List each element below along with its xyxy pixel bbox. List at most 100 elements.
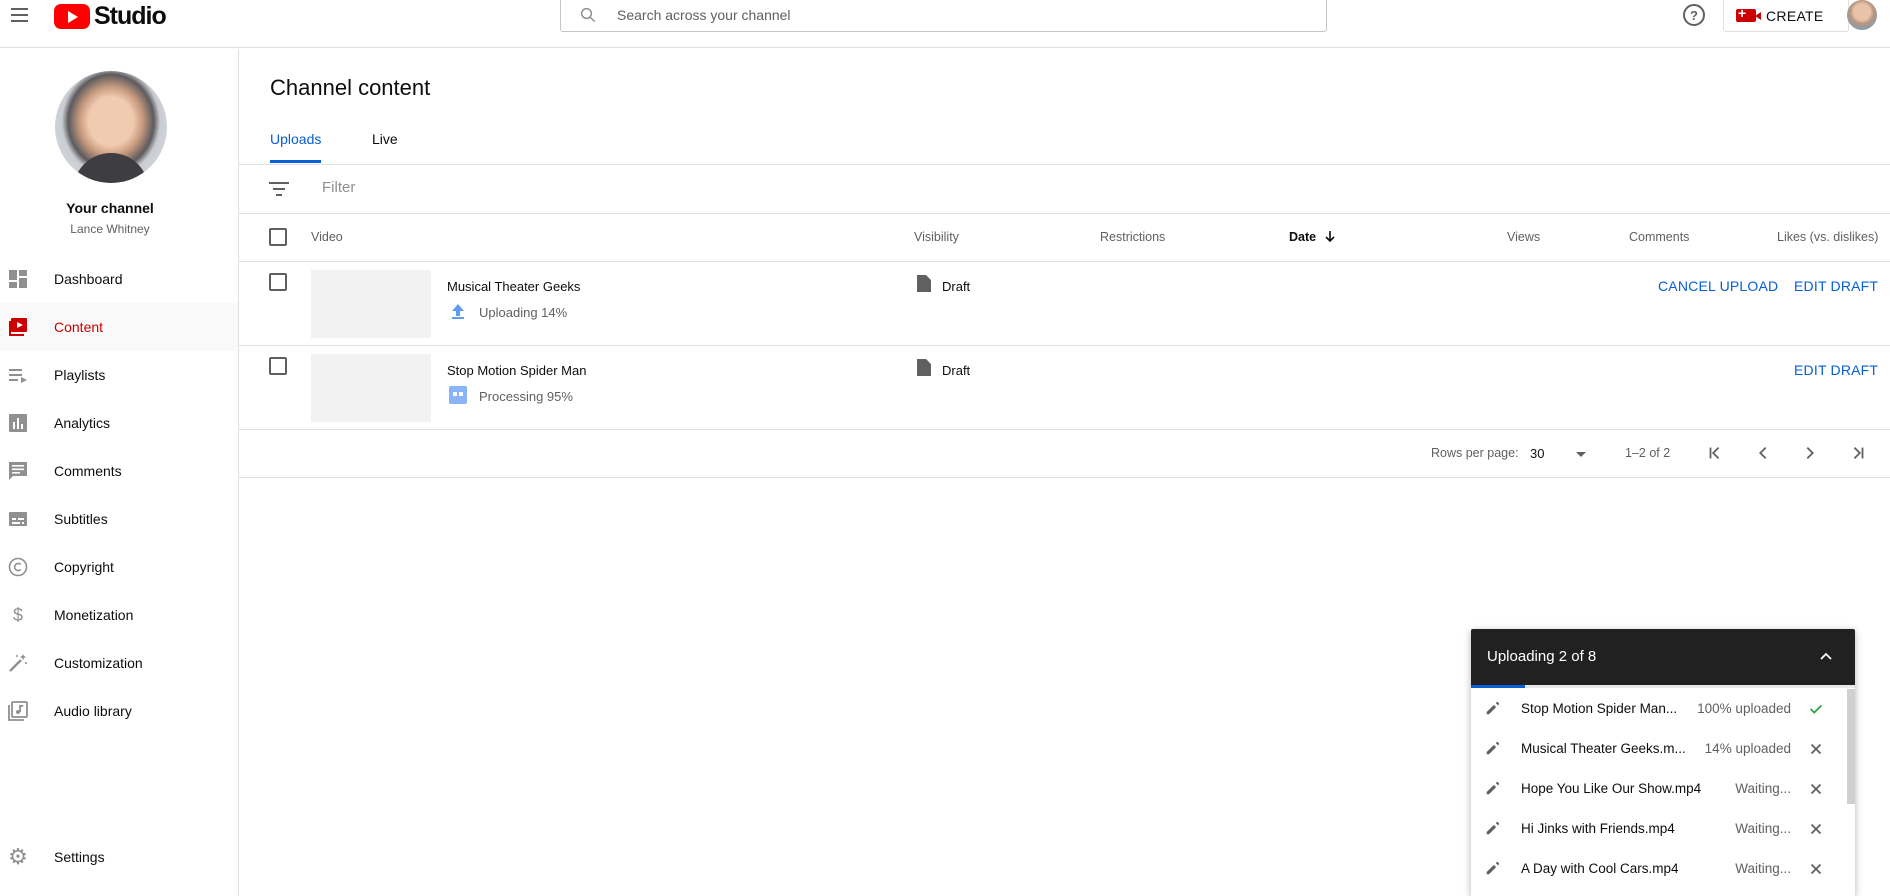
active-tab-indicator: [270, 160, 321, 163]
upload-list-item: Hope You Like Our Show.mp4 Waiting...: [1471, 769, 1847, 809]
close-icon[interactable]: [1806, 779, 1826, 799]
sidebar-item-playlists[interactable]: Playlists: [0, 351, 238, 399]
row-checkbox[interactable]: [269, 357, 287, 375]
visibility-value[interactable]: Draft: [942, 279, 970, 294]
youtube-play-icon: [54, 3, 90, 29]
column-header-video: Video: [311, 230, 343, 244]
sidebar-item-customization[interactable]: Customization: [0, 639, 238, 687]
video-thumbnail[interactable]: [311, 354, 431, 422]
edit-draft-button[interactable]: EDIT DRAFT: [1794, 278, 1878, 294]
first-page-button[interactable]: [1702, 440, 1728, 466]
column-header-date-label: Date: [1289, 230, 1317, 244]
close-icon[interactable]: [1806, 739, 1826, 759]
sidebar-item-analytics[interactable]: Analytics: [0, 399, 238, 447]
next-page-button[interactable]: [1797, 440, 1823, 466]
upload-status: Waiting...: [1735, 821, 1791, 836]
pencil-icon[interactable]: [1484, 819, 1504, 839]
search-input[interactable]: [617, 0, 1307, 30]
sidebar-item-subtitles[interactable]: Subtitles: [0, 495, 238, 543]
tab-uploads[interactable]: Uploads: [270, 131, 321, 147]
content-icon: [9, 318, 27, 336]
rows-per-page-label: Rows per page:: [1431, 446, 1519, 460]
subtitles-icon: [9, 512, 27, 526]
sidebar-item-comments[interactable]: Comments: [0, 447, 238, 495]
tab-live[interactable]: Live: [372, 131, 398, 147]
upload-list-item: Hi Jinks with Friends.mp4 Waiting...: [1471, 809, 1847, 849]
last-page-button[interactable]: [1845, 440, 1871, 466]
upload-panel-header[interactable]: Uploading 2 of 8: [1471, 629, 1855, 685]
column-header-restrictions[interactable]: Restrictions: [1100, 230, 1165, 244]
video-camera-icon: [1736, 5, 1761, 22]
create-button[interactable]: CREATE: [1723, 0, 1849, 32]
sidebar-item-content[interactable]: Content: [0, 303, 238, 351]
sidebar-item-label: Audio library: [54, 703, 132, 719]
pencil-icon[interactable]: [1484, 779, 1504, 799]
help-icon[interactable]: ?: [1683, 4, 1705, 26]
draft-document-icon: [917, 359, 931, 376]
chevron-right-icon: [1806, 446, 1814, 460]
previous-page-button[interactable]: [1750, 440, 1776, 466]
rows-per-page-select[interactable]: 30: [1530, 444, 1590, 466]
video-title[interactable]: Stop Motion Spider Man: [447, 363, 586, 378]
upload-file-name: A Day with Cool Cars.mp4: [1521, 861, 1679, 876]
upload-status: 14% uploaded: [1704, 741, 1791, 756]
search-icon: [580, 7, 596, 23]
account-avatar[interactable]: [1847, 0, 1877, 30]
sidebar-item-settings[interactable]: ⚙ Settings: [0, 833, 238, 881]
upload-file-name: Stop Motion Spider Man...: [1521, 701, 1678, 716]
logo-text: Studio: [94, 1, 167, 30]
column-header-visibility[interactable]: Visibility: [914, 230, 959, 244]
divider: [239, 261, 1890, 262]
gear-icon: ⚙: [8, 844, 28, 869]
video-title[interactable]: Musical Theater Geeks: [447, 279, 580, 294]
sidebar-item-dashboard[interactable]: Dashboard: [0, 255, 238, 303]
dollar-icon: $: [12, 604, 23, 625]
arrow-down-icon: [1325, 231, 1335, 243]
search-box[interactable]: [560, 0, 1327, 32]
sidebar-item-monetization[interactable]: $ Monetization: [0, 591, 238, 639]
upload-progress-fill: [1471, 685, 1525, 688]
scrollbar[interactable]: [1847, 689, 1855, 804]
video-thumbnail[interactable]: [311, 270, 431, 338]
menu-icon[interactable]: [8, 4, 30, 26]
sidebar-item-label: Comments: [54, 463, 122, 479]
column-header-views[interactable]: Views: [1507, 230, 1540, 244]
sidebar-item-label: Analytics: [54, 415, 111, 431]
upload-status: Waiting...: [1735, 781, 1791, 796]
select-all-checkbox[interactable]: [269, 228, 287, 246]
pencil-icon[interactable]: [1484, 699, 1504, 719]
channel-avatar[interactable]: [55, 71, 167, 183]
divider: [239, 164, 1890, 165]
upload-list-item: A Day with Cool Cars.mp4 Waiting...: [1471, 849, 1847, 889]
column-header-likes[interactable]: Likes (vs. dislikes): [1777, 230, 1878, 244]
visibility-value[interactable]: Draft: [942, 363, 970, 378]
cancel-upload-button[interactable]: CANCEL UPLOAD: [1658, 278, 1778, 294]
channel-name: Lance Whitney: [70, 222, 150, 236]
video-status: Uploading 14%: [479, 305, 568, 320]
upload-list-item: Stop Motion Spider Man... 100% uploaded: [1471, 689, 1847, 729]
sidebar-item-label: Subtitles: [54, 511, 108, 527]
sidebar-item-copyright[interactable]: Copyright: [0, 543, 238, 591]
sidebar-item-audio-library[interactable]: Audio library: [0, 687, 238, 735]
divider: [239, 345, 1890, 346]
filter-icon[interactable]: [269, 182, 289, 198]
pencil-icon[interactable]: [1484, 739, 1504, 759]
audio-library-icon: [8, 701, 28, 721]
column-header-comments[interactable]: Comments: [1629, 230, 1689, 244]
chevron-up-icon[interactable]: [1814, 645, 1838, 669]
magic-wand-icon: [9, 654, 27, 672]
chevron-left-icon: [1759, 446, 1767, 460]
sidebar-item-label: Settings: [54, 849, 105, 865]
playlists-icon: [9, 369, 27, 383]
pencil-icon[interactable]: [1484, 859, 1504, 879]
filter-input[interactable]: [322, 179, 922, 196]
edit-draft-button[interactable]: EDIT DRAFT: [1794, 362, 1878, 378]
page-range: 1–2 of 2: [1625, 446, 1671, 460]
youtube-studio-logo[interactable]: Studio: [54, 1, 167, 30]
sidebar-item-label: Playlists: [54, 367, 106, 383]
close-icon[interactable]: [1806, 859, 1826, 879]
close-icon[interactable]: [1806, 819, 1826, 839]
column-header-date[interactable]: Date: [1289, 230, 1336, 244]
row-checkbox[interactable]: [269, 273, 287, 291]
upload-panel-title: Uploading 2 of 8: [1487, 648, 1597, 665]
